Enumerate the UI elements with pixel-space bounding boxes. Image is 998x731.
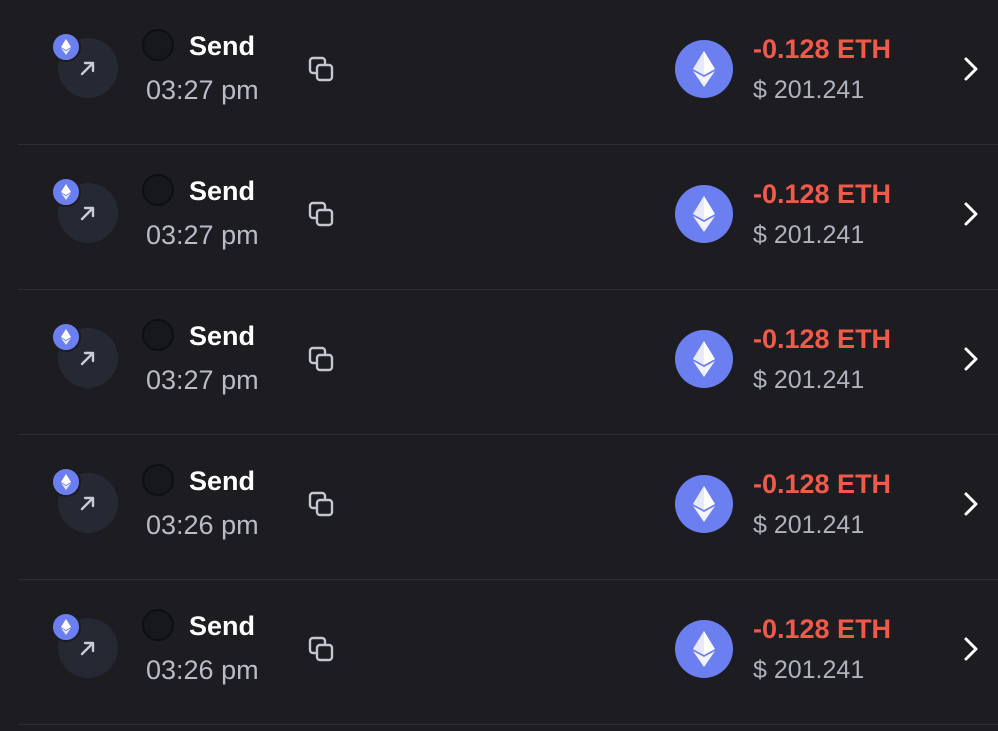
copy-icon[interactable] <box>306 489 338 521</box>
transaction-time: 03:27 pm <box>146 220 259 250</box>
ethereum-icon <box>51 322 81 352</box>
transaction-row[interactable]: Send 03:27 pm -0.128 ETH $ 201.241 <box>0 0 998 145</box>
copy-icon[interactable] <box>306 199 338 231</box>
fiat-amount: $ 201.241 <box>753 366 865 394</box>
transaction-row[interactable]: Send 03:27 pm -0.128 ETH $ 201.241 <box>0 290 998 435</box>
transaction-time: 03:26 pm <box>146 655 259 685</box>
ethereum-icon <box>51 32 81 62</box>
transaction-time: 03:27 pm <box>146 75 259 105</box>
transaction-row[interactable]: Send 03:26 pm -0.128 ETH $ 201.241 <box>0 435 998 580</box>
copy-icon[interactable] <box>306 344 338 376</box>
ethereum-icon <box>675 40 733 98</box>
transaction-time: 03:27 pm <box>146 365 259 395</box>
chevron-right-icon[interactable] <box>960 489 982 519</box>
transaction-list: Send 03:27 pm -0.128 ETH $ 201.241 Send … <box>0 0 998 731</box>
ethereum-icon <box>675 330 733 388</box>
chevron-right-icon[interactable] <box>960 54 982 84</box>
fiat-amount: $ 201.241 <box>753 511 865 539</box>
copy-icon[interactable] <box>306 634 338 666</box>
select-checkbox[interactable] <box>142 29 174 61</box>
transaction-type: Send <box>189 466 256 496</box>
crypto-amount: -0.128 ETH <box>753 469 892 499</box>
ethereum-icon <box>675 620 733 678</box>
fiat-amount: $ 201.241 <box>753 656 865 684</box>
chevron-right-icon[interactable] <box>960 344 982 374</box>
ethereum-icon <box>51 177 81 207</box>
select-checkbox[interactable] <box>142 464 174 496</box>
select-checkbox[interactable] <box>142 174 174 206</box>
row-divider <box>18 724 998 725</box>
chevron-right-icon[interactable] <box>960 634 982 664</box>
select-checkbox[interactable] <box>142 609 174 641</box>
transaction-row[interactable]: Send 03:26 pm -0.128 ETH $ 201.241 <box>0 580 998 725</box>
chevron-right-icon[interactable] <box>960 199 982 229</box>
ethereum-icon <box>51 612 81 642</box>
transaction-type: Send <box>189 176 256 206</box>
transaction-type: Send <box>189 321 256 351</box>
crypto-amount: -0.128 ETH <box>753 614 892 644</box>
crypto-amount: -0.128 ETH <box>753 34 892 64</box>
select-checkbox[interactable] <box>142 319 174 351</box>
transaction-type: Send <box>189 611 256 641</box>
transaction-row[interactable]: Send 03:27 pm -0.128 ETH $ 201.241 <box>0 145 998 290</box>
transaction-time: 03:26 pm <box>146 510 259 540</box>
crypto-amount: -0.128 ETH <box>753 324 892 354</box>
ethereum-icon <box>51 467 81 497</box>
transaction-type: Send <box>189 31 256 61</box>
copy-icon[interactable] <box>306 54 338 86</box>
ethereum-icon <box>675 475 733 533</box>
crypto-amount: -0.128 ETH <box>753 179 892 209</box>
ethereum-icon <box>675 185 733 243</box>
fiat-amount: $ 201.241 <box>753 221 865 249</box>
fiat-amount: $ 201.241 <box>753 76 865 104</box>
